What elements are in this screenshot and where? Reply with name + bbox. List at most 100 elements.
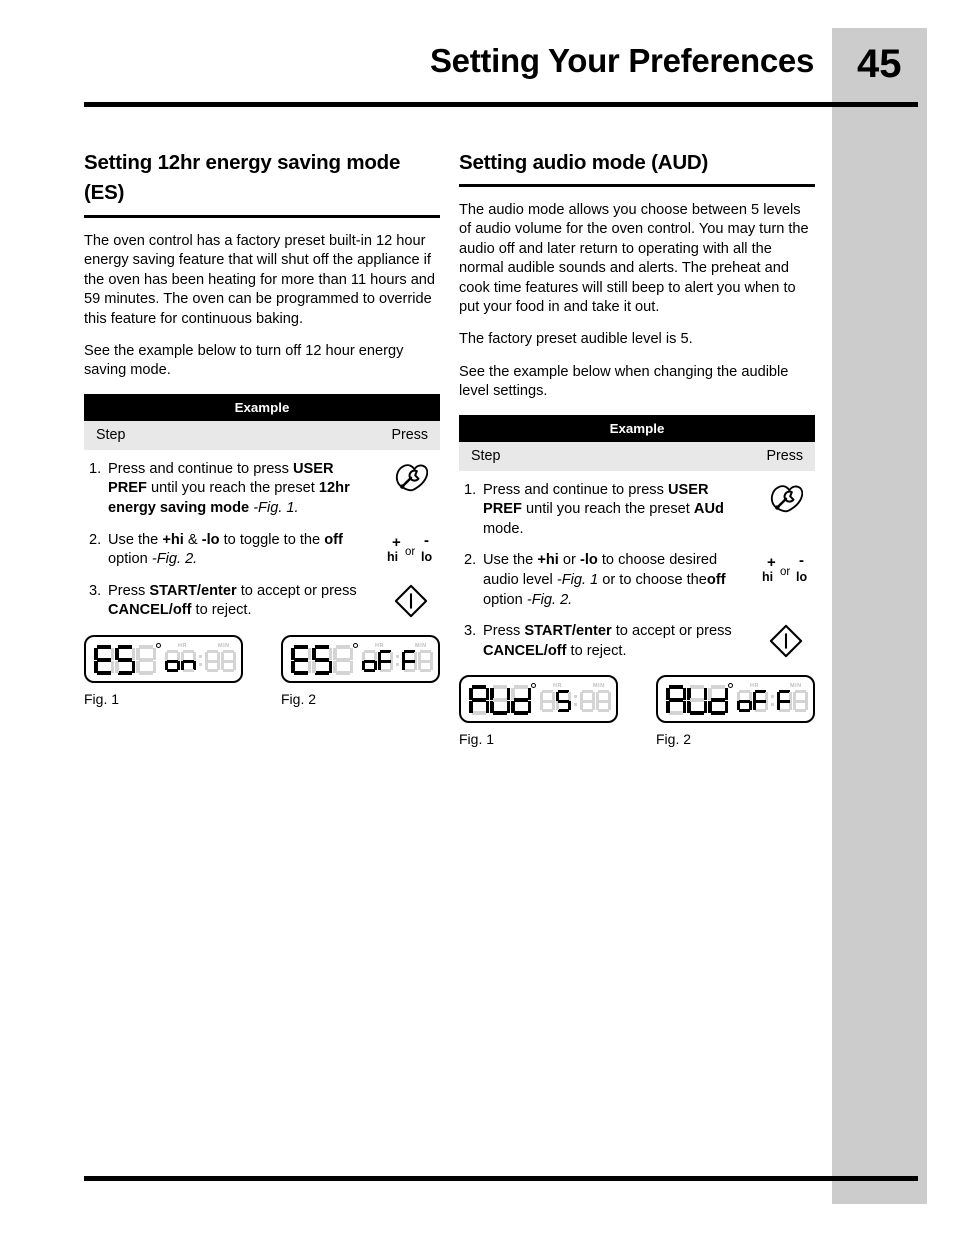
left-col-press-header: Press — [391, 426, 428, 443]
seven-segment-digit — [181, 650, 196, 672]
lcd-min-label: MIN — [218, 643, 230, 649]
step-number: 3. — [464, 623, 477, 640]
step-number: 2. — [89, 531, 102, 548]
step-number: 1. — [89, 460, 102, 477]
or-label: or — [780, 566, 791, 579]
seven-segment-digit — [165, 650, 180, 672]
right-col-step-header: Step — [471, 447, 501, 464]
right-figure-1: HR MIN Fig. 1 — [459, 675, 618, 747]
lcd-mode-digits — [469, 685, 532, 715]
seven-segment-digit — [362, 650, 377, 672]
right-section-title: Setting audio mode (AUD) — [459, 151, 709, 174]
seven-segment-digit — [556, 690, 571, 713]
seven-segment-digit — [333, 645, 353, 675]
lo-label: lo — [421, 549, 433, 564]
step-text: Use the +hi & -lo to toggle to the off o… — [108, 531, 343, 568]
seven-segment-digit — [777, 690, 792, 713]
left-step-1: 1. Press and continue to press USER PREF… — [84, 460, 440, 519]
lcd-colon — [396, 650, 400, 672]
hi-label: hi — [387, 549, 399, 564]
page-number: 45 — [857, 42, 902, 86]
seven-segment-digit — [221, 650, 236, 672]
right-step-3: 3. Press START/enter to accept or press … — [459, 622, 815, 661]
press-icon-cell: + - hi or lo — [757, 551, 815, 587]
hi-label: hi — [762, 570, 774, 585]
left-figure-1: HR MIN Fig. 1 — [84, 635, 243, 707]
right-table-title: Example — [459, 414, 815, 442]
header-divider — [84, 102, 918, 107]
right-paragraph-2: The factory preset audible level is 5. — [459, 331, 693, 348]
step-text: Press START/enter to accept or press CAN… — [483, 623, 732, 659]
seven-segment-digit — [666, 685, 686, 715]
lcd-min-label: MIN — [593, 683, 605, 690]
lcd-mode-digits — [666, 685, 729, 715]
lcd-display: HR MIN — [459, 675, 618, 724]
seven-segment-digit — [490, 685, 510, 715]
left-paragraph-2: See the example below to turn off 12 hou… — [84, 343, 404, 379]
page-header: Setting Your Preferences 45 — [0, 42, 954, 104]
figure-caption: Fig. 1 — [459, 731, 495, 748]
step-text: Press and continue to press USER PREF un… — [483, 481, 724, 537]
left-table-subheader: Step Press — [84, 420, 440, 450]
plus-glyph: + — [767, 554, 776, 572]
hi-lo-icon: + - hi or lo — [758, 553, 814, 587]
left-paragraph-1: The oven control has a factory preset bu… — [84, 233, 436, 327]
seven-segment-digit — [737, 690, 752, 713]
press-icon-cell — [757, 481, 815, 513]
left-figures: HR MIN Fig. 1 HR MIN Fig. 2 — [84, 635, 440, 735]
lcd-mode-digits — [291, 645, 354, 675]
seven-segment-digit — [115, 645, 135, 675]
minus-glyph: - — [424, 531, 429, 549]
right-table-subheader: Step Press — [459, 441, 815, 471]
left-example-table: Example Step Press 1. Press and continue… — [84, 393, 440, 621]
right-figure-2: HR MIN Fig. 2 — [656, 675, 815, 747]
lcd-mode-digits — [94, 645, 157, 675]
step-number: 3. — [89, 582, 102, 599]
start-enter-diamond-icon — [769, 625, 803, 658]
lcd-min-label: MIN — [415, 643, 427, 649]
step-text: Use the +hi or -lo to choose desired aud… — [483, 552, 726, 608]
left-step-3: 3. Press START/enter to accept or press … — [84, 582, 440, 621]
plus-glyph: + — [392, 533, 401, 551]
user-pref-wrench-icon — [395, 464, 428, 492]
right-step-2: 2. Use the +hi or -lo to choose desired … — [459, 551, 815, 610]
lcd-colon — [199, 650, 203, 672]
press-icon-cell — [382, 582, 440, 618]
right-col-press-header: Press — [766, 447, 803, 464]
seven-segment-digit — [402, 650, 417, 672]
seven-segment-digit — [511, 685, 531, 715]
seven-segment-digit — [312, 645, 332, 675]
step-number: 2. — [464, 552, 477, 569]
left-column: Setting 12hr energy saving mode (ES) The… — [84, 148, 440, 735]
start-enter-diamond-icon — [394, 584, 428, 617]
page-title: Setting Your Preferences — [429, 42, 814, 79]
right-steps-list: 1. Press and continue to press USER PREF… — [459, 481, 815, 662]
seven-segment-digit — [205, 650, 220, 672]
seven-segment-digit — [540, 690, 555, 713]
left-steps-list: 1. Press and continue to press USER PREF… — [84, 460, 440, 621]
left-table-title: Example — [84, 393, 440, 421]
figure-caption: Fig. 2 — [656, 731, 692, 748]
seven-segment-digit — [793, 690, 808, 713]
or-label: or — [405, 545, 416, 558]
right-figures: HR MIN Fig. 1 HR MIN Fig. 2 — [459, 675, 815, 775]
step-number: 1. — [464, 481, 477, 498]
left-section-title: Setting 12hr energy saving mode (ES) — [84, 151, 401, 204]
press-icon-cell — [382, 460, 440, 492]
lo-label: lo — [796, 570, 808, 585]
lcd-hr-label: HR — [553, 683, 562, 690]
lcd-value-digits — [540, 690, 612, 713]
seven-segment-digit — [708, 685, 728, 715]
seven-segment-digit — [94, 645, 114, 675]
left-col-step-header: Step — [96, 426, 126, 443]
seven-segment-digit — [580, 690, 595, 713]
right-step-1: 1. Press and continue to press USER PREF… — [459, 481, 815, 540]
lcd-hr-label: HR — [375, 643, 384, 649]
lcd-value-digits — [165, 650, 237, 672]
seven-segment-digit — [469, 685, 489, 715]
footer-divider — [84, 1176, 918, 1181]
lcd-value-digits — [737, 690, 809, 713]
lcd-display: HR MIN — [84, 635, 243, 683]
right-section-divider — [459, 184, 815, 187]
lcd-colon — [771, 690, 775, 712]
